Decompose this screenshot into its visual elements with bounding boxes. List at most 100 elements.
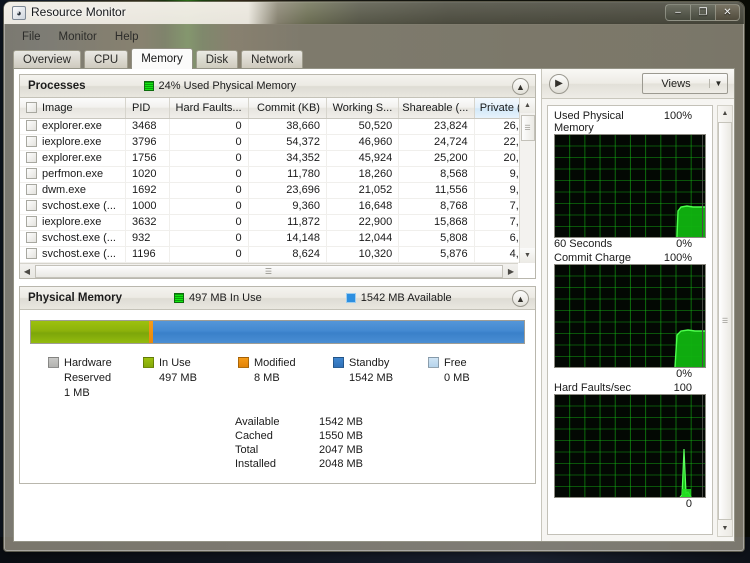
row-checkbox[interactable] bbox=[26, 232, 37, 243]
column-header-image[interactable]: Image bbox=[20, 98, 126, 119]
scrollbar-thumb[interactable]: ☰ bbox=[520, 115, 535, 141]
row-checkbox[interactable] bbox=[26, 168, 37, 179]
graph-list: Used Physical Memory 100% 60 Seconds 0% … bbox=[547, 105, 713, 535]
resource-monitor-icon: ◕ bbox=[12, 6, 26, 20]
cell-hard-faults: 0 bbox=[169, 246, 249, 263]
minimize-button[interactable]: – bbox=[665, 4, 690, 21]
table-row[interactable]: explorer.exe 3468 0 38,660 50,520 23,824… bbox=[20, 118, 536, 135]
triangle-down-icon[interactable]: ▼ bbox=[718, 521, 732, 536]
scrollbar-thumb[interactable]: ☰ bbox=[718, 122, 732, 520]
chevron-down-icon[interactable]: ▼ bbox=[709, 79, 727, 88]
cell-image[interactable]: iexplore.exe bbox=[20, 134, 126, 151]
maximize-button[interactable]: ❐ bbox=[690, 4, 715, 21]
row-checkbox[interactable] bbox=[26, 216, 37, 227]
column-header-working-set[interactable]: Working S... bbox=[326, 98, 400, 119]
triangle-up-icon[interactable]: ▲ bbox=[520, 98, 535, 113]
legend-in-use: In Use 497 MB bbox=[143, 356, 238, 401]
menu-item-monitor[interactable]: Monitor bbox=[50, 30, 106, 44]
cell-pid: 1000 bbox=[125, 198, 171, 215]
physical-memory-panel-header[interactable]: Physical Memory 497 MB In Use 1542 MB Av… bbox=[20, 287, 535, 310]
table-row[interactable]: explorer.exe 1756 0 34,352 45,924 25,200… bbox=[20, 150, 536, 167]
cell-image[interactable]: explorer.exe bbox=[20, 118, 126, 135]
legend-label: Modified bbox=[254, 357, 296, 369]
row-checkbox[interactable] bbox=[26, 136, 37, 147]
graph-pane-scrollbar[interactable]: ▲ ☰ ▼ bbox=[717, 105, 733, 537]
triangle-right-icon[interactable]: ▶ bbox=[504, 267, 518, 276]
row-checkbox[interactable] bbox=[26, 184, 37, 195]
cell-working-set: 45,924 bbox=[326, 150, 400, 167]
tab-disk[interactable]: Disk bbox=[195, 50, 239, 68]
graph-trace bbox=[676, 205, 705, 237]
menu-item-help[interactable]: Help bbox=[106, 30, 148, 44]
table-row[interactable]: svchost.exe (... 1000 0 9,360 16,648 8,7… bbox=[20, 198, 536, 215]
cell-image[interactable]: dwm.exe bbox=[20, 182, 126, 199]
chevron-right-icon[interactable]: ▶ bbox=[549, 73, 569, 94]
cell-commit: 23,696 bbox=[248, 182, 327, 199]
legend-modified: Modified 8 MB bbox=[238, 356, 333, 401]
triangle-down-icon[interactable]: ▼ bbox=[520, 248, 535, 263]
stat-value: 2048 MB bbox=[318, 458, 363, 470]
cell-image[interactable]: svchost.exe (... bbox=[20, 198, 126, 215]
cell-pid: 3632 bbox=[125, 214, 171, 231]
row-checkbox[interactable] bbox=[26, 120, 37, 131]
column-header-pid[interactable]: PID bbox=[125, 98, 171, 119]
processes-panel-header[interactable]: Processes 24% Used Physical Memory ▲ bbox=[20, 75, 535, 98]
chevron-up-icon[interactable]: ▲ bbox=[512, 78, 529, 95]
cell-shareable: 11,556 bbox=[398, 182, 475, 199]
cell-hard-faults: 0 bbox=[169, 166, 249, 183]
table-row[interactable]: svchost.exe (... 932 0 14,148 12,044 5,8… bbox=[20, 230, 536, 247]
cell-image[interactable]: iexplore.exe bbox=[20, 214, 126, 231]
title-bar[interactable]: ◕ Resource Monitor – ❐ ✕ bbox=[4, 2, 744, 24]
processes-horizontal-scrollbar[interactable]: ◀ ☰ ▶ bbox=[20, 263, 518, 278]
tab-overview[interactable]: Overview bbox=[13, 50, 81, 68]
tab-memory[interactable]: Memory bbox=[131, 48, 193, 69]
cell-commit: 54,372 bbox=[248, 134, 327, 151]
triangle-left-icon[interactable]: ◀ bbox=[20, 267, 34, 276]
scrollbar-thumb[interactable]: ☰ bbox=[35, 264, 503, 278]
processes-table-body: explorer.exe 3468 0 38,660 50,520 23,824… bbox=[20, 118, 536, 263]
used-physical-memory-swatch-icon bbox=[143, 81, 154, 91]
table-row[interactable]: dwm.exe 1692 0 23,696 21,052 11,556 9,4 bbox=[20, 182, 536, 199]
cell-shareable: 25,200 bbox=[398, 150, 475, 167]
triangle-up-icon[interactable]: ▲ bbox=[718, 106, 732, 121]
cell-image-label: svchost.exe (... bbox=[42, 200, 116, 212]
resource-monitor-window: ◕ Resource Monitor – ❐ ✕ File Monitor He… bbox=[4, 2, 744, 551]
views-button[interactable]: Views ▼ bbox=[642, 73, 728, 94]
select-all-checkbox[interactable] bbox=[26, 101, 37, 113]
graph-trace bbox=[679, 448, 692, 497]
stat-key: Total bbox=[235, 444, 259, 456]
row-checkbox[interactable] bbox=[26, 152, 37, 163]
column-header-hard-faults[interactable]: Hard Faults... bbox=[169, 98, 249, 119]
tab-cpu[interactable]: CPU bbox=[83, 50, 129, 68]
standby-swatch-icon bbox=[333, 357, 344, 368]
cell-pid: 1020 bbox=[125, 166, 171, 183]
table-row[interactable]: iexplore.exe 3796 0 54,372 46,960 24,724… bbox=[20, 134, 536, 151]
column-header-shareable[interactable]: Shareable (... bbox=[398, 98, 475, 119]
table-row[interactable]: iexplore.exe 3632 0 11,872 22,900 15,868… bbox=[20, 214, 536, 231]
menu-item-file[interactable]: File bbox=[13, 30, 50, 44]
close-button[interactable]: ✕ bbox=[715, 4, 740, 21]
cell-image[interactable]: explorer.exe bbox=[20, 150, 126, 167]
cell-shareable: 8,768 bbox=[398, 198, 475, 215]
graph-plot-area bbox=[554, 264, 706, 368]
processes-memory-legend: 24% Used Physical Memory bbox=[143, 80, 296, 92]
row-checkbox[interactable] bbox=[26, 248, 37, 259]
legend-value: 1 MB bbox=[64, 387, 90, 399]
table-row[interactable]: svchost.exe (... 1196 0 8,624 10,320 5,8… bbox=[20, 246, 536, 263]
column-header-commit[interactable]: Commit (KB) bbox=[248, 98, 327, 119]
cell-image[interactable]: perfmon.exe bbox=[20, 166, 126, 183]
cell-commit: 9,360 bbox=[248, 198, 327, 215]
row-checkbox[interactable] bbox=[26, 200, 37, 211]
stat-row-installed: Installed 2048 MB bbox=[235, 457, 525, 471]
graph-pane: ▶ Views ▼ Used Physical Memory 100% 60 S… bbox=[541, 69, 734, 541]
cell-image[interactable]: svchost.exe (... bbox=[20, 246, 126, 263]
processes-vertical-scrollbar[interactable]: ▲ ☰ ▼ bbox=[519, 98, 535, 263]
cell-image[interactable]: svchost.exe (... bbox=[20, 230, 126, 247]
tab-network[interactable]: Network bbox=[241, 50, 304, 68]
cell-commit: 11,780 bbox=[248, 166, 327, 183]
legend-free: Free 0 MB bbox=[428, 356, 523, 401]
table-row[interactable]: perfmon.exe 1020 0 11,780 18,260 8,568 9… bbox=[20, 166, 536, 183]
legend-label: Free bbox=[444, 357, 467, 369]
memory-in-use-legend: 497 MB In Use bbox=[173, 292, 262, 304]
chevron-up-icon[interactable]: ▲ bbox=[512, 290, 529, 307]
